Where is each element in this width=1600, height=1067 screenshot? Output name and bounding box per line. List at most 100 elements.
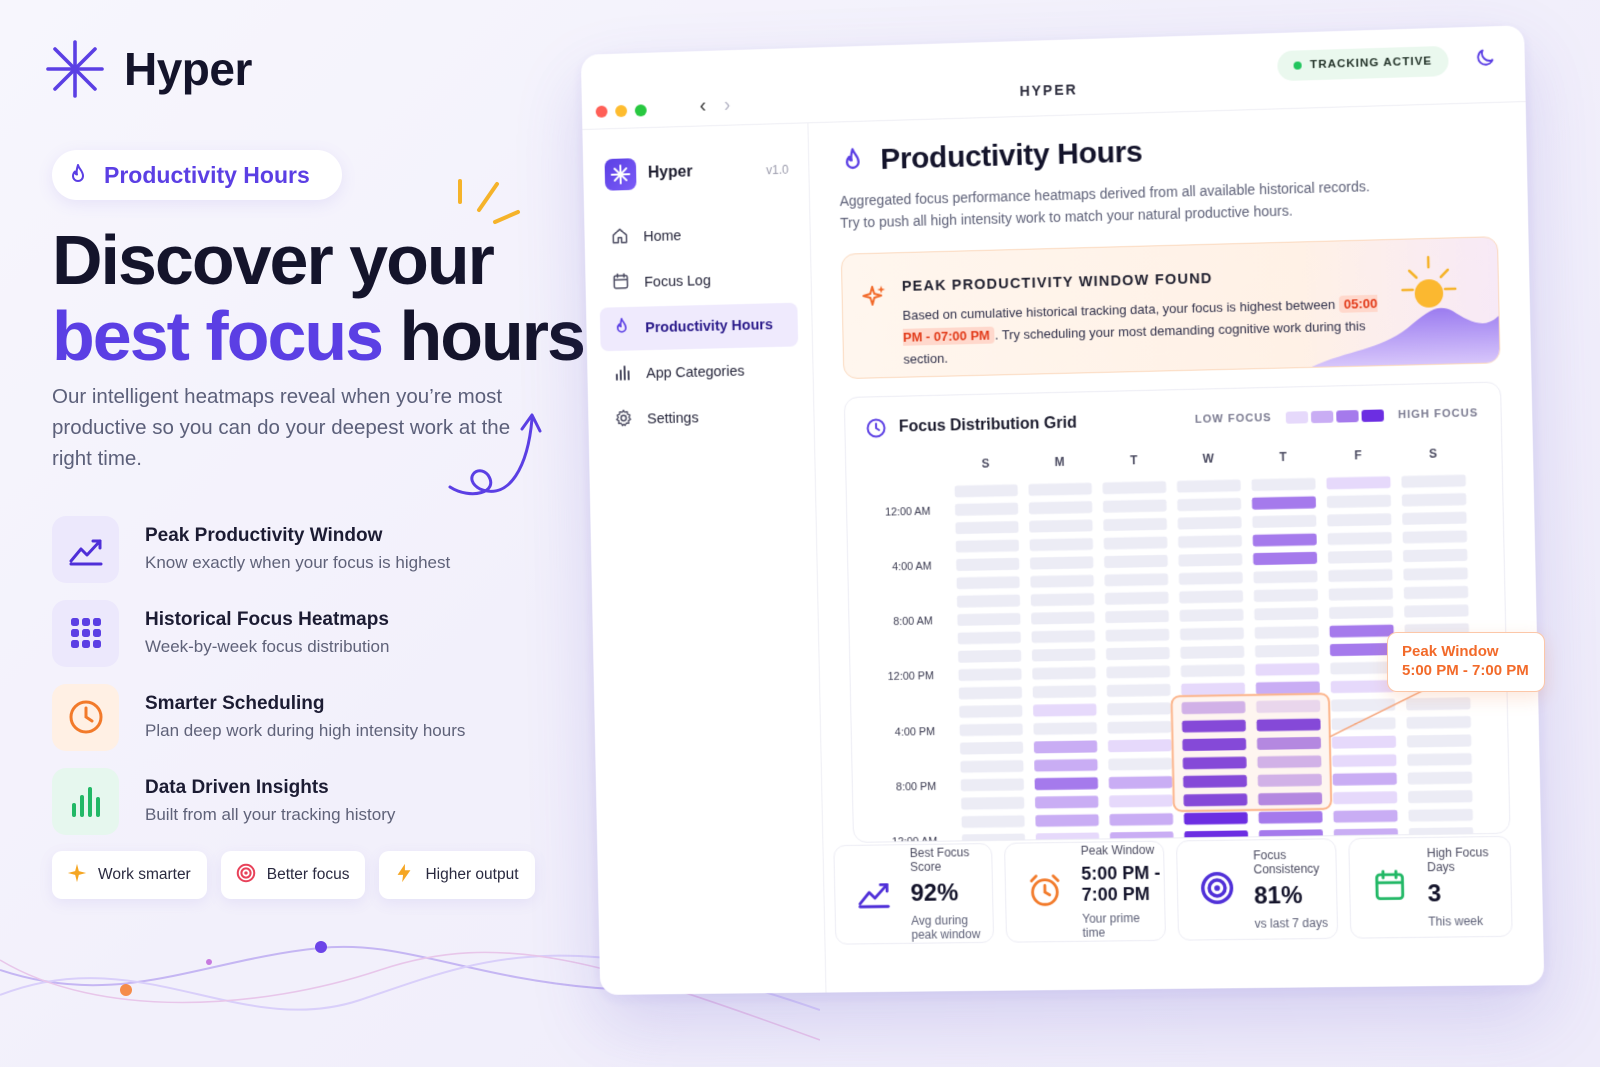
heat-cell[interactable] [1030,537,1093,552]
heat-cell[interactable] [1104,573,1169,587]
heat-cell[interactable] [1331,735,1397,749]
heat-cell[interactable] [1326,476,1391,490]
heat-cell[interactable] [1106,647,1170,661]
heat-cell[interactable] [955,539,1019,553]
heat-cell[interactable] [1178,553,1243,567]
heat-cell[interactable] [1032,629,1095,644]
heat-cell[interactable] [1029,519,1092,533]
heat-cell[interactable] [1329,605,1394,620]
heat-cell[interactable] [1329,624,1394,638]
heat-cell[interactable] [959,723,1023,737]
heat-cell[interactable] [1327,550,1393,564]
heat-cell[interactable] [960,778,1024,792]
heat-cell[interactable] [1331,717,1396,731]
heat-cell[interactable] [961,833,1026,842]
heat-cell[interactable] [958,668,1022,682]
moon-icon[interactable] [1474,46,1497,69]
heat-cell[interactable] [1032,666,1095,681]
heat-cell[interactable] [1402,511,1467,525]
heat-cell[interactable] [1327,531,1392,546]
heat-cell[interactable] [1255,662,1320,676]
heat-cell[interactable] [1254,625,1319,639]
heat-cell[interactable] [1252,533,1317,547]
heat-cell[interactable] [1328,568,1393,583]
heat-cell[interactable] [1179,590,1244,604]
heat-cell[interactable] [1178,534,1242,549]
heat-cell[interactable] [1328,587,1393,601]
heat-cell[interactable] [961,815,1025,828]
heat-cell[interactable] [1103,517,1168,532]
heat-cell[interactable] [1035,813,1098,828]
sidebar-item-home[interactable]: Home [598,211,796,260]
heat-cell[interactable] [1402,530,1468,544]
heat-cell[interactable] [1403,567,1468,581]
heat-cell[interactable] [956,576,1020,590]
sidebar-item-app-categories[interactable]: App Categories [601,348,799,396]
heat-cell[interactable] [1031,592,1094,607]
heat-cell[interactable] [958,649,1022,663]
heat-cell[interactable] [960,760,1024,773]
heat-cell[interactable] [1030,574,1093,589]
heat-cell[interactable] [1104,591,1169,605]
heat-cell[interactable] [1106,665,1171,679]
heat-cell[interactable] [1327,513,1392,527]
heat-cell[interactable] [1105,610,1169,624]
heat-cell[interactable] [1408,790,1473,804]
heat-cell[interactable] [1177,516,1242,530]
heat-cell[interactable] [1255,681,1320,695]
heat-cell[interactable] [1329,643,1395,657]
heat-cell[interactable] [1105,628,1170,642]
heat-cell[interactable] [1109,813,1174,826]
heat-cell[interactable] [1332,754,1397,768]
heat-cell[interactable] [1102,499,1167,513]
heat-cell[interactable] [1406,697,1471,711]
heat-cell[interactable] [1402,548,1468,563]
heat-cell[interactable] [1180,664,1245,678]
heat-cell[interactable] [1034,739,1097,754]
heat-cell[interactable] [955,521,1019,535]
heat-cell[interactable] [954,484,1018,498]
heat-cell[interactable] [1332,791,1398,805]
heat-cell[interactable] [1258,810,1323,824]
heat-cell[interactable] [1401,474,1466,488]
heat-cell[interactable] [1183,811,1248,825]
sidebar-item-productivity-hours[interactable]: Productivity Hours [599,302,799,352]
heat-cell[interactable] [957,631,1021,645]
heat-cell[interactable] [1404,604,1469,618]
heat-cell[interactable] [1332,772,1397,786]
heat-cell[interactable] [1251,496,1316,510]
heat-cell[interactable] [1326,494,1392,509]
heat-cell[interactable] [1177,497,1242,512]
heat-cell[interactable] [1254,607,1319,621]
heat-cell[interactable] [1029,500,1092,515]
heat-cell[interactable] [956,594,1021,608]
heat-cell[interactable] [1032,647,1095,662]
heat-cell[interactable] [1176,479,1241,493]
heat-cell[interactable] [1030,555,1093,570]
heat-cell[interactable] [957,612,1021,626]
heat-cell[interactable] [1103,536,1168,550]
heat-cell[interactable] [1401,493,1467,507]
heat-cell[interactable] [1034,758,1097,773]
heat-cell[interactable] [959,704,1023,718]
heat-cell[interactable] [1333,809,1398,823]
heat-cell[interactable] [1180,627,1244,641]
heat-cell[interactable] [1104,554,1168,568]
heat-cell[interactable] [1407,771,1473,785]
sidebar-item-settings[interactable]: Settings [602,394,800,442]
heat-cell[interactable] [1403,585,1469,600]
heat-cell[interactable] [1107,739,1172,753]
heat-cell[interactable] [1179,608,1244,622]
heat-cell[interactable] [1252,514,1317,529]
heat-cell[interactable] [1178,571,1243,585]
heat-cell[interactable] [1028,482,1092,497]
heat-cell[interactable] [958,686,1023,700]
heat-cell[interactable] [1254,644,1320,658]
heat-cell[interactable] [959,741,1024,755]
heat-cell[interactable] [1033,721,1096,736]
heat-cell[interactable] [1406,734,1472,748]
heat-cell[interactable] [1330,680,1395,694]
heat-cell[interactable] [1033,703,1096,717]
heat-cell[interactable] [1253,588,1318,602]
heat-cell[interactable] [1181,682,1246,696]
